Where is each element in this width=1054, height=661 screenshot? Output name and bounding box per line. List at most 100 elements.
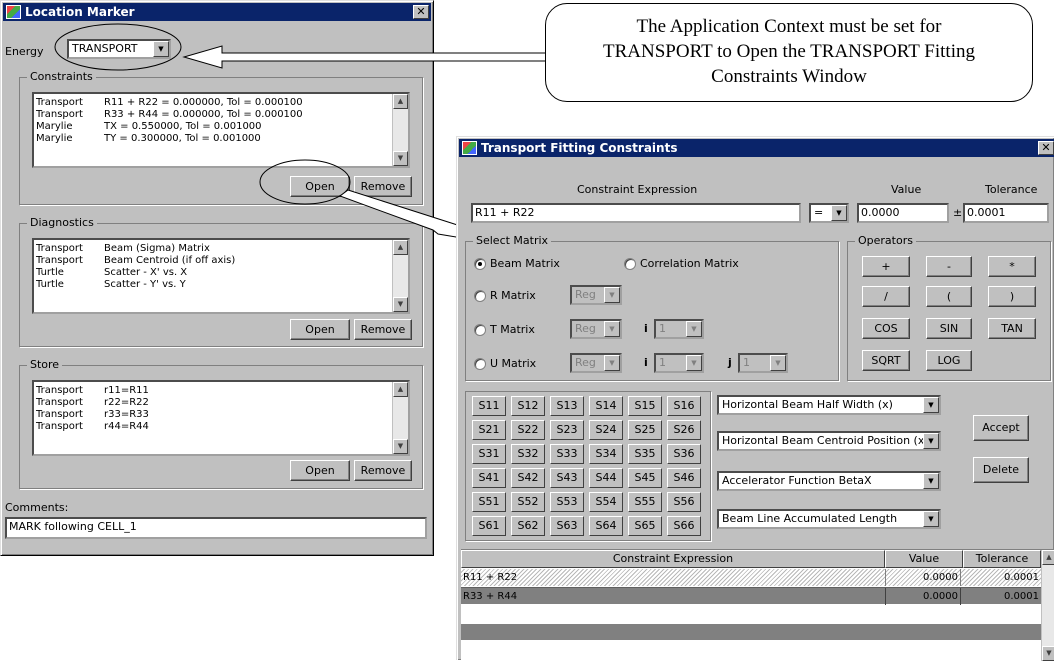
- scroll-up-icon[interactable]: ▲: [393, 382, 408, 397]
- u-reg-dropdown[interactable]: Reg ▼: [570, 353, 622, 373]
- divide-button[interactable]: /: [862, 286, 910, 307]
- scrollbar[interactable]: ▲ ▼: [1041, 550, 1054, 661]
- sigma-cell-s62[interactable]: S62: [511, 516, 545, 536]
- sigma-cell-s16[interactable]: S16: [667, 396, 701, 416]
- sigma-cell-s13[interactable]: S13: [550, 396, 584, 416]
- open-button[interactable]: Open: [290, 460, 350, 481]
- sigma-cell-s63[interactable]: S63: [550, 516, 584, 536]
- list-item[interactable]: Transport Beam Centroid (if off axis): [34, 255, 408, 267]
- sigma-cell-s65[interactable]: S65: [628, 516, 662, 536]
- sigma-cell-s52[interactable]: S52: [511, 492, 545, 512]
- cos-button[interactable]: COS: [862, 318, 910, 339]
- sigma-cell-s45[interactable]: S45: [628, 468, 662, 488]
- minus-button[interactable]: -: [926, 256, 972, 277]
- chevron-down-icon[interactable]: ▼: [923, 433, 939, 449]
- tolerance-column-header[interactable]: Tolerance: [963, 550, 1041, 568]
- scroll-up-icon[interactable]: ▲: [393, 94, 408, 109]
- list-item[interactable]: Transport R33 + R44 = 0.000000, Tol = 0.0…: [34, 109, 408, 121]
- chevron-down-icon[interactable]: ▼: [604, 287, 620, 303]
- sigma-cell-s25[interactable]: S25: [628, 420, 662, 440]
- list-item[interactable]: Marylie TX = 0.550000, Tol = 0.001000: [34, 121, 408, 133]
- beam-matrix-radio[interactable]: Beam Matrix: [474, 256, 560, 272]
- correlation-matrix-radio[interactable]: Correlation Matrix: [624, 256, 739, 272]
- chevron-down-icon[interactable]: ▼: [923, 473, 939, 489]
- scrollbar[interactable]: ▲ ▼: [392, 382, 408, 454]
- t-matrix-radio[interactable]: T Matrix: [474, 322, 535, 338]
- t-i-dropdown[interactable]: 1 ▼: [654, 319, 704, 339]
- chevron-down-icon[interactable]: ▼: [831, 205, 847, 221]
- sigma-cell-s22[interactable]: S22: [511, 420, 545, 440]
- delete-button[interactable]: Delete: [973, 457, 1029, 483]
- chevron-down-icon[interactable]: ▼: [923, 511, 939, 527]
- constraints-table[interactable]: Constraint Expression Value Tolerance R1…: [461, 549, 1054, 661]
- value-column-header[interactable]: Value: [885, 550, 963, 568]
- sigma-cell-s35[interactable]: S35: [628, 444, 662, 464]
- sigma-cell-s46[interactable]: S46: [667, 468, 701, 488]
- list-item[interactable]: Transport r33=R33: [34, 409, 408, 421]
- open-button[interactable]: Open: [290, 176, 350, 197]
- sigma-cell-s31[interactable]: S31: [472, 444, 506, 464]
- chevron-down-icon[interactable]: ▼: [686, 321, 702, 337]
- sigma-cell-s53[interactable]: S53: [550, 492, 584, 512]
- list-item[interactable]: Turtle Scatter - X' vs. X: [34, 267, 408, 279]
- table-row[interactable]: R11 + R22 0.0000 0.0001: [461, 569, 1041, 586]
- list-item[interactable]: Transport Beam (Sigma) Matrix: [34, 243, 408, 255]
- chevron-down-icon[interactable]: ▼: [153, 41, 169, 57]
- multiply-button[interactable]: *: [988, 256, 1036, 277]
- sigma-cell-s26[interactable]: S26: [667, 420, 701, 440]
- function-dropdown-1[interactable]: Horizontal Beam Half Width (x) ▼: [717, 395, 941, 415]
- tan-button[interactable]: TAN: [988, 318, 1036, 339]
- chevron-down-icon[interactable]: ▼: [604, 355, 620, 371]
- r-reg-dropdown[interactable]: Reg ▼: [570, 285, 622, 305]
- remove-button[interactable]: Remove: [354, 176, 412, 197]
- list-item[interactable]: Transport r11=R11: [34, 385, 408, 397]
- scroll-down-icon[interactable]: ▼: [1042, 646, 1054, 661]
- energy-dropdown[interactable]: TRANSPORT ▼: [67, 39, 171, 59]
- close-button[interactable]: ✕: [1038, 141, 1054, 155]
- list-item[interactable]: Transport r22=R22: [34, 397, 408, 409]
- chevron-down-icon[interactable]: ▼: [770, 355, 786, 371]
- sigma-cell-s51[interactable]: S51: [472, 492, 506, 512]
- u-matrix-radio[interactable]: U Matrix: [474, 356, 536, 372]
- sigma-cell-s41[interactable]: S41: [472, 468, 506, 488]
- sigma-cell-s61[interactable]: S61: [472, 516, 506, 536]
- title-bar[interactable]: Location Marker ✕: [3, 3, 431, 21]
- scroll-up-icon[interactable]: ▲: [1042, 550, 1054, 565]
- function-dropdown-3[interactable]: Accelerator Function BetaX ▼: [717, 471, 941, 491]
- sigma-cell-s23[interactable]: S23: [550, 420, 584, 440]
- open-button[interactable]: Open: [290, 319, 350, 340]
- remove-button[interactable]: Remove: [354, 460, 412, 481]
- expression-field[interactable]: R11 + R22: [471, 203, 801, 223]
- expr-column-header[interactable]: Constraint Expression: [461, 550, 885, 568]
- tolerance-field[interactable]: 0.0001: [963, 203, 1049, 223]
- sigma-cell-s21[interactable]: S21: [472, 420, 506, 440]
- chevron-down-icon[interactable]: ▼: [686, 355, 702, 371]
- sigma-cell-s24[interactable]: S24: [589, 420, 623, 440]
- list-item[interactable]: Marylie TY = 0.300000, Tol = 0.001000: [34, 133, 408, 145]
- chevron-down-icon[interactable]: ▼: [923, 397, 939, 413]
- sigma-cell-s42[interactable]: S42: [511, 468, 545, 488]
- operator-dropdown[interactable]: = ▼: [809, 203, 849, 223]
- scroll-down-icon[interactable]: ▼: [393, 439, 408, 454]
- scrollbar[interactable]: ▲ ▼: [392, 94, 408, 166]
- close-button[interactable]: ✕: [413, 5, 429, 19]
- sigma-cell-s43[interactable]: S43: [550, 468, 584, 488]
- sigma-cell-s32[interactable]: S32: [511, 444, 545, 464]
- scrollbar[interactable]: ▲ ▼: [392, 240, 408, 312]
- constraints-list[interactable]: Transport R11 + R22 = 0.000000, Tol = 0.0…: [32, 92, 410, 168]
- function-dropdown-4[interactable]: Beam Line Accumulated Length ▼: [717, 509, 941, 529]
- value-field[interactable]: 0.0000: [857, 203, 949, 223]
- chevron-down-icon[interactable]: ▼: [604, 321, 620, 337]
- close-paren-button[interactable]: ): [988, 286, 1036, 307]
- log-button[interactable]: LOG: [926, 350, 972, 371]
- sigma-cell-s14[interactable]: S14: [589, 396, 623, 416]
- sigma-cell-s11[interactable]: S11: [472, 396, 506, 416]
- comments-field[interactable]: MARK following CELL_1: [5, 517, 427, 539]
- sigma-cell-s55[interactable]: S55: [628, 492, 662, 512]
- sigma-cell-s34[interactable]: S34: [589, 444, 623, 464]
- sin-button[interactable]: SIN: [926, 318, 972, 339]
- u-j-dropdown[interactable]: 1 ▼: [738, 353, 788, 373]
- sigma-cell-s33[interactable]: S33: [550, 444, 584, 464]
- store-list[interactable]: Transport r11=R11 Transport r22=R22 Transpor…: [32, 380, 410, 456]
- list-item[interactable]: Turtle Scatter - Y' vs. Y: [34, 279, 408, 291]
